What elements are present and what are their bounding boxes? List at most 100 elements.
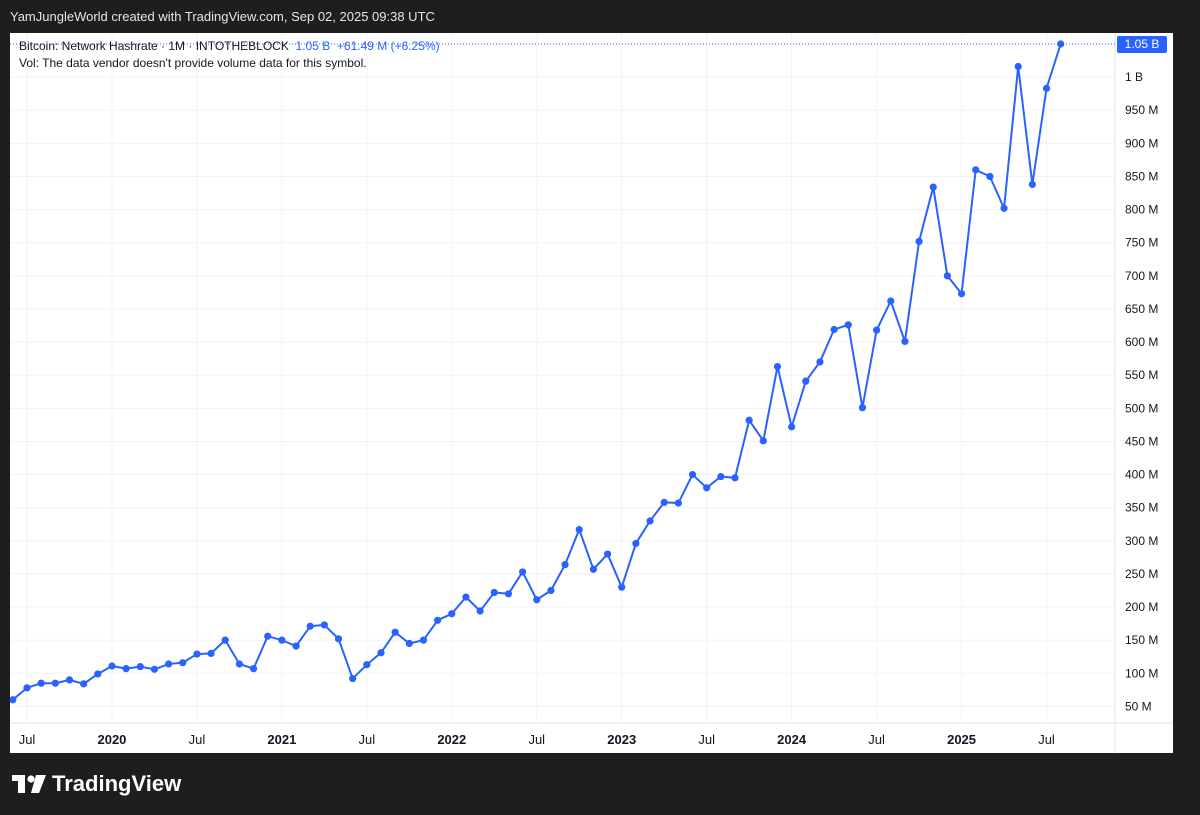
data-point <box>688 470 697 479</box>
data-point <box>646 517 654 525</box>
data-point <box>108 662 116 670</box>
y-tick-label: 200 M <box>1125 600 1158 614</box>
chart-canvas[interactable]: 50 M 100 M 150 M 200 M 250 M 300 M 350 M 400 M 4… <box>10 33 1173 753</box>
data-point <box>249 665 258 673</box>
x-tick-label: 2022 <box>437 732 466 747</box>
data-point <box>179 659 187 667</box>
data-point <box>278 636 286 644</box>
data-point <box>391 628 399 636</box>
data-point <box>235 660 243 668</box>
data-point <box>660 498 668 506</box>
data-point <box>674 499 682 507</box>
data-point <box>788 423 796 431</box>
data-point <box>858 404 867 412</box>
y-tick-label: 600 M <box>1125 335 1158 349</box>
data-point <box>1014 62 1022 71</box>
data-point <box>448 610 456 618</box>
data-point <box>1028 180 1036 189</box>
y-tick-label: 50 M <box>1125 699 1152 713</box>
data-point <box>943 272 952 280</box>
data-point <box>547 586 555 595</box>
x-tick-label: 2023 <box>607 732 636 747</box>
data-point <box>589 565 598 573</box>
y-tick-label: 950 M <box>1125 103 1158 117</box>
data-point <box>632 539 640 548</box>
data-point <box>929 183 937 191</box>
y-tick-label: 850 M <box>1125 169 1158 183</box>
data-point <box>873 326 881 334</box>
tradingview-logo[interactable]: TradingView <box>12 771 181 797</box>
data-point <box>802 377 810 385</box>
volume-note: Vol: The data vendor doesn't provide vol… <box>19 56 367 70</box>
data-point <box>773 362 782 371</box>
data-point <box>23 684 31 692</box>
data-point <box>830 325 838 334</box>
data-point <box>816 358 824 366</box>
y-tick-label: 400 M <box>1125 468 1158 482</box>
data-point <box>717 472 725 481</box>
data-point <box>122 665 130 673</box>
data-point <box>490 588 498 597</box>
y-tick-label: 350 M <box>1125 501 1158 515</box>
x-tick-label: Jul <box>359 732 376 747</box>
data-point <box>349 674 357 683</box>
x-tick-label: Jul <box>868 732 885 747</box>
data-point <box>165 660 173 668</box>
y-tick-label: 900 M <box>1125 136 1158 150</box>
y-tick-label: 150 M <box>1125 633 1158 647</box>
x-tick-label: Jul <box>1038 732 1055 747</box>
data-point <box>37 679 45 687</box>
data-point <box>65 676 74 684</box>
data-point <box>306 622 314 630</box>
data-point <box>221 636 229 644</box>
x-tick-label: 2021 <box>267 732 296 747</box>
data-point <box>533 596 541 604</box>
data-point <box>207 649 215 658</box>
data-point <box>405 639 413 648</box>
last-value: 1.05 B <box>295 39 331 53</box>
change-value: +61.49 M (+6.25%) <box>336 39 440 53</box>
chart-legend: Bitcoin: Network Hashrate · 1M · INTOTHE… <box>19 38 440 72</box>
data-point <box>476 607 484 615</box>
data-point <box>575 525 583 534</box>
y-tick-label: 700 M <box>1125 269 1158 283</box>
data-point <box>320 621 328 629</box>
data-point <box>1000 204 1008 212</box>
y-tick-label: 500 M <box>1125 401 1158 415</box>
y-tick-label: 100 M <box>1125 666 1158 680</box>
y-tick-label: 750 M <box>1125 236 1158 250</box>
data-point <box>618 583 626 591</box>
x-tick-label: 2024 <box>777 732 807 747</box>
y-tick-label: 800 M <box>1125 203 1158 217</box>
x-tick-label: 2020 <box>97 732 126 747</box>
data-point <box>1042 84 1051 92</box>
data-point <box>504 590 513 598</box>
x-tick-label: Jul <box>189 732 206 747</box>
y-tick-label: 450 M <box>1125 434 1158 448</box>
data-point <box>901 337 909 346</box>
data-point <box>334 635 343 643</box>
data-point <box>292 642 300 650</box>
data-point <box>193 650 201 658</box>
attribution-text: YamJungleWorld created with TradingView.… <box>10 9 435 24</box>
legend-line-1: Bitcoin: Network Hashrate · 1M · INTOTHE… <box>19 38 440 55</box>
last-value-tag-label: 1.05 B <box>1125 37 1160 51</box>
chart-panel[interactable]: 50 M 100 M 150 M 200 M 250 M 300 M 350 M 400 M 4… <box>10 33 1173 753</box>
y-tick-label: 1 B <box>1125 70 1143 84</box>
data-point <box>434 616 442 624</box>
data-point <box>363 661 371 669</box>
data-point <box>957 290 966 298</box>
data-point <box>377 649 385 657</box>
data-point <box>1057 40 1065 48</box>
data-point <box>972 166 980 174</box>
data-point <box>150 665 159 673</box>
data-point <box>887 297 895 305</box>
data-point <box>915 237 923 245</box>
tradingview-logo-icon <box>12 775 46 793</box>
symbol-title[interactable]: Bitcoin: Network Hashrate · 1M · INTOTHE… <box>19 39 289 53</box>
y-tick-label: 550 M <box>1125 368 1158 382</box>
data-point <box>731 474 739 482</box>
data-point <box>94 670 102 678</box>
y-tick-label: 300 M <box>1125 534 1158 548</box>
x-tick-label: Jul <box>698 732 715 747</box>
